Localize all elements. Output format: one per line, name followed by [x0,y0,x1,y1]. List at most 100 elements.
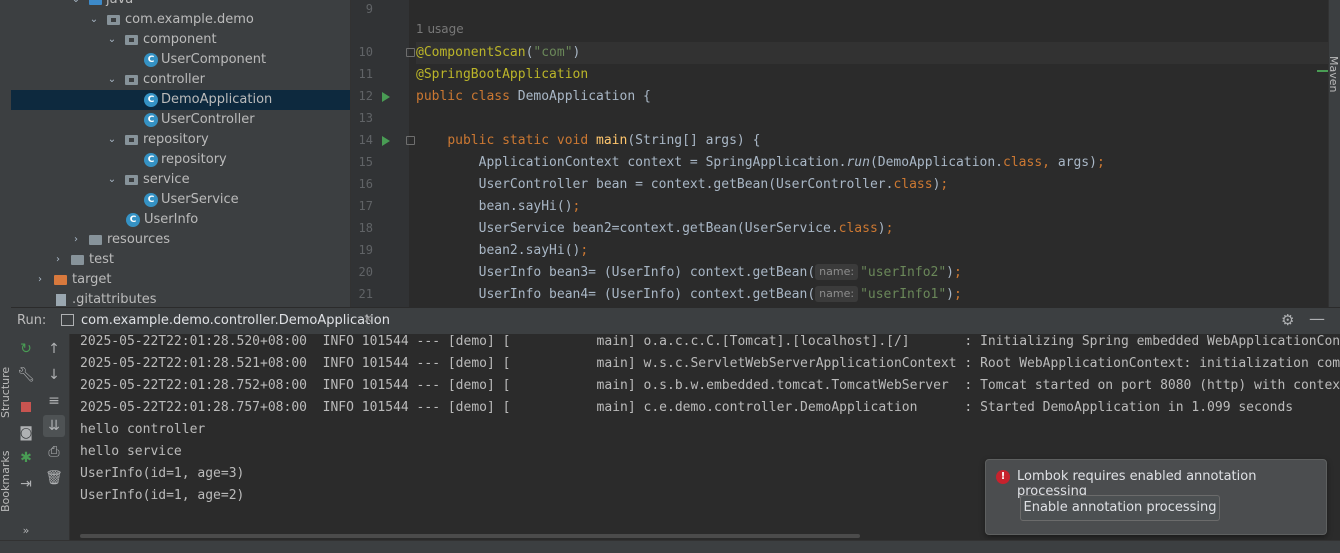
camera-icon[interactable]: ◙ [15,422,37,444]
project-tree: ⌄ java ⌄ com.example.demo ⌄ component C … [11,0,350,307]
code-line-20: UserInfo bean3= (UserInfo) context.getBe… [416,264,962,280]
console-icon [61,314,74,326]
code-line-10: @ComponentScan("com") [416,42,1340,64]
class-icon: C [144,53,158,67]
code-line-17: bean.sayHi(); [416,199,581,214]
tree-item-package[interactable]: ⌄ repository [11,130,350,150]
class-icon: C [144,193,158,207]
tree-item-folder[interactable]: › resources [11,230,350,250]
parameter-hint: name: [815,264,859,280]
console-line: 2025-05-22T22:01:28.757+08:00 INFO 10154… [80,400,1294,415]
tree-item-file[interactable]: .gitattributes [11,290,350,307]
console-line: 2025-05-22T22:01:28.521+08:00 INFO 10154… [80,356,1340,371]
minimize-icon[interactable]: — [1309,309,1325,328]
tree-item-package[interactable]: ⌄ component [11,30,350,50]
run-label: Run: [17,313,47,328]
tree-item-class[interactable]: C repository [11,150,350,170]
chevron-down-icon[interactable]: ⌄ [107,170,117,190]
folder-icon [89,0,102,5]
soft-wrap-icon[interactable]: ≡ [43,390,65,412]
tree-item-java[interactable]: ⌄ java [11,0,350,10]
chevron-down-icon[interactable]: ⌄ [89,10,99,30]
tree-item-package[interactable]: ⌄ com.example.demo [11,10,350,30]
wrench-icon[interactable]: 🔧︎ [15,364,37,386]
chevron-right-icon[interactable]: › [71,230,81,250]
console-line: hello controller [80,422,206,437]
usage-hint[interactable]: 1 usage [416,22,464,36]
print-icon[interactable]: ⎙ [43,441,65,463]
line-number: 18 [358,221,373,235]
tree-item-package[interactable]: ⌄ service [11,170,350,190]
run-gutter-icon[interactable] [382,136,390,146]
console-line: UserInfo(id=1, age=2) [80,488,245,503]
fold-marker-icon[interactable] [406,136,415,145]
run-toolbar-primary: ↻ 🔧︎ ◙ ✱ ⇥ » [11,334,41,540]
stop-icon[interactable] [15,396,37,418]
folder-icon [71,255,84,265]
status-bar [0,540,1340,553]
tree-item-package[interactable]: ⌄ controller [11,70,350,90]
tree-item-class[interactable]: C UserComponent [11,50,350,70]
code-editor[interactable]: 9 10 11 12 13 14 15 16 17 18 19 20 21 1 … [350,0,1340,307]
debug-icon[interactable]: ✱ [15,447,37,469]
console-line: hello service [80,444,182,459]
trash-icon[interactable]: 🗑︎ [43,467,65,489]
package-icon [125,35,138,45]
console-line: 2025-05-22T22:01:28.520+08:00 INFO 10154… [80,334,1340,349]
console-line: UserInfo(id=1, age=3) [80,466,245,481]
fold-marker-icon[interactable] [406,48,415,57]
more-icon[interactable]: » [15,520,37,542]
run-tool-window-header: Run: com.example.demo.controller.DemoApp… [11,307,1340,335]
file-icon [56,294,66,306]
code-line-15: ApplicationContext context = SpringAppli… [416,155,1105,170]
package-icon [125,75,138,85]
tree-item-class[interactable]: C UserService [11,190,350,210]
code-line-21: UserInfo bean4= (UserInfo) context.getBe… [416,286,962,302]
line-number: 19 [358,243,373,257]
caret-row-highlight [1305,42,1317,64]
maven-tab[interactable]: Maven [1327,56,1340,92]
run-toolbar-secondary: ↑ ↓ ≡ ⇊ ⎙ 🗑︎ [41,334,70,540]
package-icon [125,135,138,145]
rerun-icon[interactable]: ↻ [15,338,37,360]
chevron-down-icon[interactable]: ⌄ [71,0,81,10]
right-tool-strip: Maven [1327,0,1340,307]
line-number: 21 [358,287,373,301]
chevron-down-icon[interactable]: ⌄ [107,70,117,90]
line-number: 12 [358,89,373,103]
chevron-down-icon[interactable]: ⌄ [107,130,117,150]
parameter-hint: name: [815,286,859,302]
folder-icon [54,275,67,285]
horizontal-scrollbar[interactable] [80,534,860,538]
chevron-right-icon[interactable]: › [35,270,45,290]
enable-annotation-processing-button[interactable]: Enable annotation processing [1020,495,1220,521]
run-gutter-icon[interactable] [382,92,390,102]
exit-icon[interactable]: ⇥ [15,473,37,495]
line-number: 15 [358,155,373,169]
code-line-11: @SpringBootApplication [416,67,589,82]
string-literal: "userInfo2" [860,265,947,280]
gear-icon[interactable]: ⚙ [1281,311,1294,329]
code-line-19: bean2.sayHi(); [416,243,589,258]
tree-item-folder[interactable]: › target [11,270,350,290]
code-line-16: UserController bean = context.getBean(Us… [416,177,949,192]
class-icon: C [144,153,158,167]
chevron-right-icon[interactable]: › [53,250,63,270]
tree-item-class[interactable]: C UserInfo [11,210,350,230]
tree-item-class-selected[interactable]: C DemoApplication [11,90,350,110]
lombok-notification: ! Lombok requires enabled annotation pro… [985,459,1327,535]
package-icon [125,175,138,185]
close-icon[interactable]: ✕ [363,312,373,326]
chevron-down-icon[interactable]: ⌄ [107,30,117,50]
class-icon: C [126,213,140,227]
string-literal: "userInfo1" [860,287,947,302]
tree-item-class[interactable]: C UserController [11,110,350,130]
run-tab-title: com.example.demo.controller.DemoApplicat… [81,313,390,328]
tree-item-folder[interactable]: › test [11,250,350,270]
arrow-up-icon[interactable]: ↑ [43,338,65,360]
arrow-down-icon[interactable]: ↓ [43,364,65,386]
console-line: 2025-05-22T22:01:28.752+08:00 INFO 10154… [80,378,1340,393]
code-line-12: public class DemoApplication { [416,89,651,104]
scroll-to-end-icon[interactable]: ⇊ [43,415,65,437]
string-literal: "com" [533,45,573,60]
